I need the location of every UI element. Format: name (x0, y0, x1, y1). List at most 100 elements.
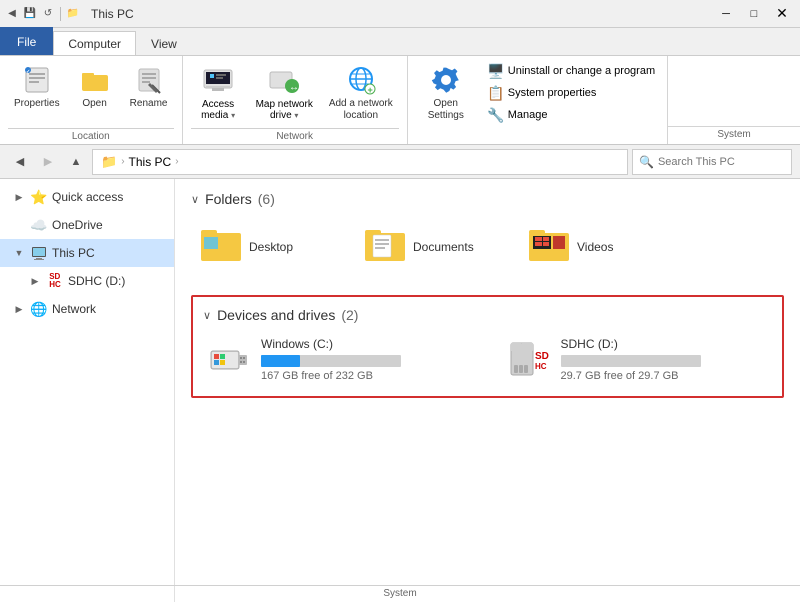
sidebar-item-this-pc[interactable]: ▼ This PC (0, 239, 174, 267)
tab-computer[interactable]: Computer (53, 31, 136, 55)
onedrive-icon: ☁️ (30, 216, 48, 234)
up-button[interactable]: ▲ (64, 150, 88, 174)
videos-folder-icon (529, 225, 569, 269)
network-icon: 🌐 (30, 300, 48, 318)
drives-count: (2) (341, 307, 358, 323)
settings-icon (430, 64, 462, 96)
folder-documents[interactable]: Documents (355, 219, 515, 275)
address-path[interactable]: 📁 › This PC › (92, 149, 628, 175)
ribbon-group-system: OpenSettings 🖥️ Uninstall or change a pr… (408, 56, 668, 144)
windows-drive-name: Windows (C:) (261, 337, 469, 351)
maximize-button[interactable]: □ (740, 0, 768, 28)
folder-breadcrumb-icon: 📁 (101, 154, 117, 170)
breadcrumb-separator: › (121, 156, 124, 167)
desktop-folder-icon (201, 225, 241, 269)
svg-text:✓: ✓ (26, 69, 30, 75)
manage-button[interactable]: 🔧 Manage (484, 105, 659, 125)
search-icon: 🔍 (639, 155, 654, 169)
windows-drive-info: Windows (C:) 167 GB free of 232 GB (261, 337, 469, 382)
desktop-label: Desktop (249, 240, 293, 254)
svg-text:↔: ↔ (289, 82, 299, 93)
address-bar: ◀ ▶ ▲ 📁 › This PC › 🔍 (0, 145, 800, 179)
forward-button[interactable]: ▶ (36, 150, 60, 174)
close-button[interactable]: ✕ (768, 0, 796, 28)
sidebar: ▶ ⭐ Quick access ☁️ OneDrive ▼ This PC ▶ (0, 179, 175, 602)
properties-button[interactable]: ✓ Properties (8, 60, 66, 114)
uninstall-button[interactable]: 🖥️ Uninstall or change a program (484, 61, 659, 81)
undo-icon[interactable]: ↺ (40, 6, 56, 22)
save-icon[interactable]: 💾 (22, 6, 38, 22)
uninstall-label: Uninstall or change a program (508, 65, 655, 77)
back-button[interactable]: ◀ (8, 150, 32, 174)
manage-label: Manage (508, 109, 548, 121)
manage-icon: 🔧 (488, 107, 504, 123)
folders-grid: Desktop Documents (191, 219, 784, 275)
expand-icon-network: ▶ (12, 304, 26, 315)
expand-icon-sdhc: ▶ (28, 276, 42, 287)
map-network-drive-label: Map networkdrive ▾ (256, 99, 313, 121)
open-label: Open (82, 98, 106, 110)
folders-label: Folders (205, 191, 252, 207)
windows-drive-fill (261, 355, 300, 367)
search-box: 🔍 (632, 149, 792, 175)
quick-access-label: Quick access (52, 190, 123, 204)
drives-chevron[interactable]: ∨ (203, 309, 211, 322)
access-media-button[interactable]: Accessmedia ▾ (191, 60, 246, 125)
location-group-label: Location (8, 128, 174, 144)
windows-drive-icon (207, 337, 251, 381)
uninstall-icon: 🖥️ (488, 63, 504, 79)
sidebar-item-quick-access[interactable]: ▶ ⭐ Quick access (0, 183, 174, 211)
rename-button[interactable]: Rename (124, 60, 174, 114)
quick-access-icon: ⭐ (30, 188, 48, 206)
minimize-button[interactable]: ─ (712, 0, 740, 28)
sidebar-item-onedrive[interactable]: ☁️ OneDrive (0, 211, 174, 239)
window-title: This PC (91, 7, 134, 21)
system-label-bottom: System (668, 126, 800, 144)
windows-drive-space: 167 GB free of 232 GB (261, 370, 469, 382)
open-settings-button[interactable]: OpenSettings (416, 60, 476, 126)
folders-chevron[interactable]: ∨ (191, 193, 199, 206)
sdhc-drive-icon: SD HC (507, 337, 551, 381)
sdhc-icon: SDHC (46, 272, 64, 290)
drives-list: Windows (C:) 167 GB free of 232 GB (203, 333, 772, 386)
ribbon-group-location: ✓ Properties Open (0, 56, 183, 144)
sdhc-drive-name: SDHC (D:) (561, 337, 769, 351)
folder-desktop[interactable]: Desktop (191, 219, 351, 275)
this-pc-icon (30, 244, 48, 262)
drive-sdhc-d[interactable]: SD HC SDHC (D:) 29.7 GB free of 29.7 GB (503, 333, 773, 386)
properties-icon: ✓ (21, 64, 53, 96)
search-input[interactable] (658, 156, 785, 168)
system-properties-icon: 📋 (488, 85, 504, 101)
add-network-location-icon: + (345, 64, 377, 96)
drive-windows-c[interactable]: Windows (C:) 167 GB free of 232 GB (203, 333, 473, 386)
sdhc-label: SDHC (D:) (68, 274, 125, 288)
sidebar-item-sdhc[interactable]: ▶ SDHC SDHC (D:) (0, 267, 174, 295)
map-network-drive-button[interactable]: ↔ Map networkdrive ▾ (252, 60, 317, 125)
videos-label: Videos (577, 240, 613, 254)
map-network-drive-icon: ↔ (268, 64, 300, 99)
drives-section-header: ∨ Devices and drives (2) (203, 307, 772, 323)
window-controls: ─ □ ✕ (712, 0, 796, 28)
tab-view[interactable]: View (136, 31, 192, 55)
windows-drive-bar (261, 355, 401, 367)
sdhc-drive-bar (561, 355, 701, 367)
tab-file[interactable]: File (0, 27, 53, 55)
properties-label: Properties (14, 98, 60, 110)
back-icon: ◀ (4, 6, 20, 22)
add-network-location-label: Add a networklocation (329, 98, 393, 122)
drives-label: Devices and drives (217, 307, 335, 323)
svg-text:HC: HC (535, 362, 547, 371)
open-button[interactable]: Open (70, 60, 120, 114)
sdhc-drive-space: 29.7 GB free of 29.7 GB (561, 370, 769, 382)
system-properties-button[interactable]: 📋 System properties (484, 83, 659, 103)
open-icon (79, 64, 111, 96)
breadcrumb-arrow: › (175, 156, 178, 167)
ribbon-group-network: Accessmedia ▾ ↔ Map networkdrive ▾ (183, 56, 408, 144)
folder-videos[interactable]: Videos (519, 219, 679, 275)
add-network-location-button[interactable]: + Add a networklocation (323, 60, 399, 126)
sidebar-item-network[interactable]: ▶ 🌐 Network (0, 295, 174, 323)
ribbon-tabs: File Computer View (0, 28, 800, 56)
expand-icon: ▶ (12, 192, 26, 203)
folders-count: (6) (258, 191, 275, 207)
network-label: Network (52, 302, 96, 316)
